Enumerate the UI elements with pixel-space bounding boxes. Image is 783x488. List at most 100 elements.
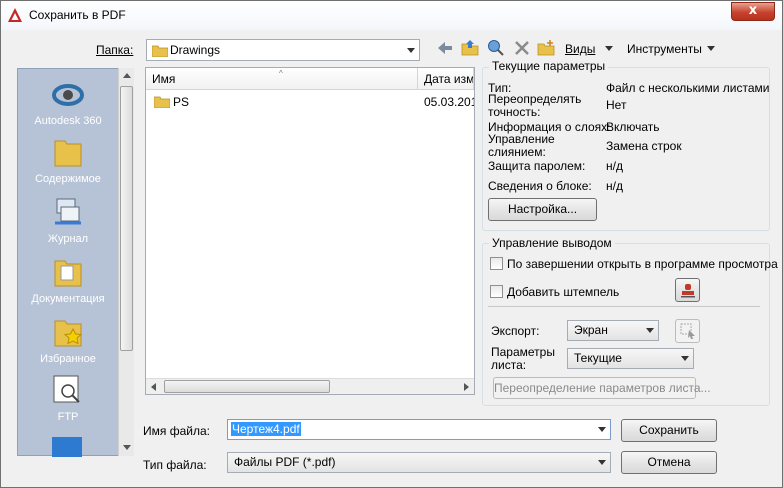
back-arrow-icon[interactable] <box>436 39 454 57</box>
place-label: FTP <box>57 411 79 423</box>
column-date-label: Дата изме <box>424 72 474 86</box>
add-stamp-label[interactable]: Добавить штемпель <box>507 285 619 299</box>
more-place-icon[interactable] <box>52 437 82 457</box>
sheet-params-select[interactable]: Текущие <box>567 348 694 369</box>
file-list-hscrollbar[interactable] <box>146 378 474 394</box>
filename-value: Чертеж4.pdf <box>231 422 301 436</box>
param-value: Включать <box>606 120 660 134</box>
output-divider <box>488 306 760 307</box>
scroll-thumb[interactable] <box>120 86 133 351</box>
place-label: Autodesk 360 <box>34 115 102 127</box>
column-name-label: Имя <box>152 72 176 86</box>
filename-label: Имя файла: <box>143 424 210 438</box>
export-select[interactable]: Экран <box>567 320 659 341</box>
title-bar: Сохранить в PDF x <box>1 1 782 30</box>
stamp-icon <box>680 284 695 298</box>
folder-icon <box>154 96 170 108</box>
delete-icon[interactable] <box>513 39 531 57</box>
export-label: Экспорт: <box>491 324 540 338</box>
filetype-label: Тип файла: <box>143 458 207 472</box>
favorites-folder-icon <box>54 320 83 347</box>
param-value: Замена строк <box>606 139 682 153</box>
tools-menu[interactable]: Инструменты <box>627 42 702 56</box>
output-control-title: Управление выводом <box>489 236 615 250</box>
views-label: Виды <box>565 42 596 56</box>
folder-label: Папка: <box>96 43 133 57</box>
param-value: н/д <box>606 179 623 193</box>
param-value: н/д <box>606 159 623 173</box>
scroll-left-icon[interactable] <box>151 383 156 391</box>
select-window-icon <box>680 323 695 339</box>
override-sheet-params-button[interactable]: Переопределение параметров листа... <box>493 377 711 399</box>
place-history[interactable]: Журнал <box>18 195 118 245</box>
place-autodesk-360[interactable]: Autodesk 360 <box>18 77 118 127</box>
filetype-value: Файлы PDF (*.pdf) <box>234 455 336 469</box>
chevron-down-icon <box>598 460 606 465</box>
chevron-down-icon <box>681 356 689 361</box>
folder-icon <box>54 140 82 167</box>
place-label: Содержимое <box>35 173 101 185</box>
folder-icon <box>152 45 168 57</box>
param-label: Сведения о блоке: <box>488 179 592 193</box>
column-header-name[interactable]: Имя ^ <box>146 68 418 90</box>
sheet-params-value: Текущие <box>574 351 622 365</box>
place-label: Документация <box>31 293 105 305</box>
ftp-icon <box>53 375 80 403</box>
filetype-select[interactable]: Файлы PDF (*.pdf) <box>227 452 611 473</box>
new-folder-icon[interactable] <box>537 39 555 57</box>
history-icon <box>55 198 81 225</box>
tools-dropdown-icon[interactable] <box>707 46 715 51</box>
param-label: Защита паролем: <box>488 159 586 173</box>
param-value: Нет <box>606 98 627 112</box>
file-name: PS <box>173 95 190 109</box>
settings-button[interactable]: Настройка... <box>488 198 597 221</box>
places-scrollbar[interactable] <box>118 68 134 456</box>
scroll-down-icon[interactable] <box>123 445 131 450</box>
param-label: Переопределять точность: <box>488 92 582 119</box>
cancel-button[interactable]: Отмена <box>621 451 717 474</box>
open-after-label[interactable]: По завершении открыть в программе просмо… <box>507 257 778 271</box>
autocad-app-icon <box>8 8 22 22</box>
places-bar: Autodesk 360 Содержимое Журнал Документа… <box>17 68 134 457</box>
views-menu[interactable]: Виды <box>565 42 595 56</box>
filename-input[interactable]: Чертеж4.pdf <box>227 419 611 440</box>
views-dropdown-icon[interactable] <box>605 46 613 51</box>
scroll-right-icon[interactable] <box>464 383 469 391</box>
place-content[interactable]: Содержимое <box>18 135 118 185</box>
stamp-settings-button[interactable] <box>675 278 700 302</box>
chevron-down-icon <box>407 48 415 53</box>
search-web-icon[interactable] <box>487 39 505 57</box>
place-documents[interactable]: Документация <box>18 255 118 305</box>
autodesk-360-icon <box>52 84 84 106</box>
open-after-checkbox[interactable] <box>490 257 503 270</box>
window-title: Сохранить в PDF <box>29 8 126 22</box>
file-list[interactable]: Имя ^ Дата изме PS 05.03.2013 <box>145 67 475 395</box>
chevron-down-icon <box>646 328 654 333</box>
current-params-title: Текущие параметры <box>489 59 609 73</box>
param-label: Управление слиянием: <box>488 132 555 159</box>
folder-label-text: Папка: <box>96 43 134 57</box>
add-stamp-checkbox[interactable] <box>490 285 503 298</box>
tools-label: Инструменты <box>627 42 702 56</box>
sort-asc-icon: ^ <box>279 69 283 78</box>
chevron-down-icon[interactable] <box>598 427 606 432</box>
export-window-button[interactable] <box>675 319 700 343</box>
save-pdf-dialog: Сохранить в PDF x Папка: Drawings Виды И… <box>0 0 783 488</box>
table-row[interactable]: PS 05.03.2013 <box>146 92 474 112</box>
place-label: Журнал <box>47 233 89 245</box>
column-header-date[interactable]: Дата изме <box>418 68 474 90</box>
folder-value: Drawings <box>170 43 221 57</box>
place-favorites[interactable]: Избранное <box>18 315 118 365</box>
documents-folder-icon <box>54 260 82 287</box>
folder-combo[interactable]: Drawings <box>146 39 420 61</box>
scroll-up-icon[interactable] <box>123 73 131 78</box>
place-ftp[interactable]: FTP <box>18 373 118 423</box>
hscroll-thumb[interactable] <box>164 380 330 393</box>
sheet-params-label: Параметры листа: <box>491 345 555 372</box>
place-label: Избранное <box>40 353 96 365</box>
file-date: 05.03.2013 <box>424 95 474 109</box>
close-button[interactable]: x <box>731 2 775 21</box>
param-value: Файл с несколькими листами <box>606 81 770 95</box>
up-folder-icon[interactable] <box>461 39 479 57</box>
save-button[interactable]: Сохранить <box>621 419 717 442</box>
